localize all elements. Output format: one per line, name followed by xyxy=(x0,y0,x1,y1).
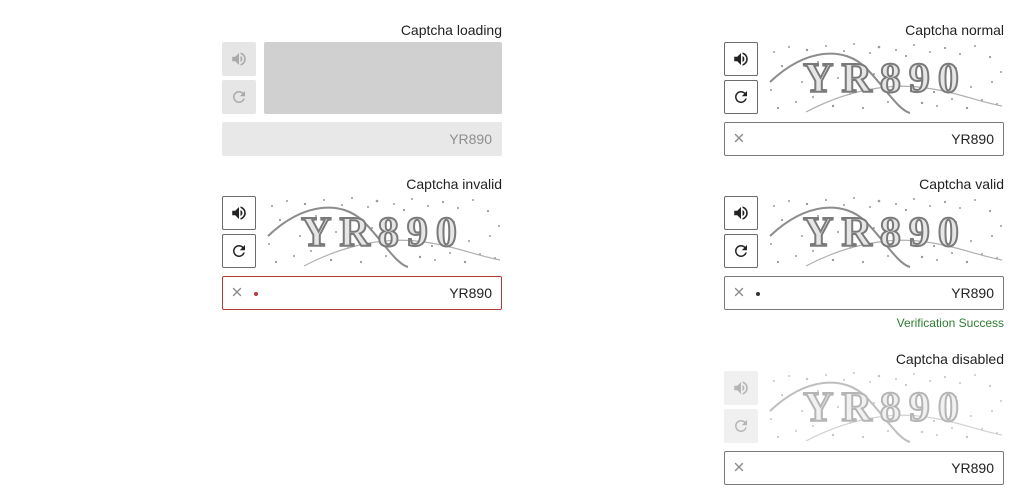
refresh-icon xyxy=(230,242,248,260)
refresh-icon xyxy=(230,88,248,106)
captcha-valid-title: Captcha valid xyxy=(919,176,1004,192)
refresh-button[interactable] xyxy=(724,234,758,268)
refresh-icon xyxy=(732,88,750,106)
captcha-image xyxy=(766,42,1004,114)
speaker-icon xyxy=(732,379,750,397)
captcha-loading-title: Captcha loading xyxy=(400,22,502,38)
error-indicator-dot xyxy=(254,292,258,296)
captcha-input-valid[interactable]: YR890 xyxy=(724,276,1004,310)
captcha-input[interactable]: YR890 xyxy=(724,122,1004,156)
audio-button-loading xyxy=(222,42,256,76)
refresh-button-loading xyxy=(222,80,256,114)
speaker-icon xyxy=(732,204,750,222)
valid-indicator-dot xyxy=(756,292,760,296)
speaker-icon xyxy=(732,50,750,68)
captcha-input-value: YR890 xyxy=(951,285,994,301)
captcha-image-placeholder xyxy=(264,42,502,114)
captcha-input-value: YR890 xyxy=(951,131,994,147)
captcha-image xyxy=(766,371,1004,443)
captcha-disabled-widget: Captcha disabled YR890 xyxy=(724,351,1004,485)
verification-success-message: Verification Success xyxy=(896,316,1004,330)
refresh-icon xyxy=(732,242,750,260)
captcha-normal-title: Captcha normal xyxy=(905,22,1004,38)
captcha-input-invalid[interactable]: YR890 xyxy=(222,276,502,310)
clear-icon xyxy=(732,460,746,474)
captcha-normal-widget: Captcha normal YR890 xyxy=(724,22,1004,156)
clear-icon[interactable] xyxy=(732,131,746,145)
audio-button[interactable] xyxy=(724,196,758,230)
captcha-image xyxy=(766,196,1004,268)
captcha-invalid-title: Captcha invalid xyxy=(406,176,502,192)
refresh-button-disabled xyxy=(724,409,758,443)
audio-button[interactable] xyxy=(222,196,256,230)
clear-icon[interactable] xyxy=(230,285,244,299)
refresh-icon xyxy=(732,417,750,435)
captcha-input-value: YR890 xyxy=(951,460,994,476)
speaker-icon xyxy=(230,50,248,68)
refresh-button[interactable] xyxy=(222,234,256,268)
captcha-input-value: YR890 xyxy=(449,285,492,301)
audio-button-disabled xyxy=(724,371,758,405)
audio-button[interactable] xyxy=(724,42,758,76)
captcha-valid-widget: Captcha valid YR890 Verification Success xyxy=(724,176,1004,331)
captcha-input-value: YR890 xyxy=(449,131,492,147)
speaker-icon xyxy=(230,204,248,222)
captcha-input-disabled: YR890 xyxy=(724,451,1004,485)
captcha-invalid-widget: Captcha invalid YR890 xyxy=(222,176,502,310)
captcha-image xyxy=(264,196,502,268)
refresh-button[interactable] xyxy=(724,80,758,114)
captcha-input-loading: YR890 xyxy=(222,122,502,156)
captcha-disabled-title: Captcha disabled xyxy=(895,351,1004,367)
clear-icon[interactable] xyxy=(732,285,746,299)
captcha-loading-widget: Captcha loading YR890 xyxy=(222,22,502,156)
